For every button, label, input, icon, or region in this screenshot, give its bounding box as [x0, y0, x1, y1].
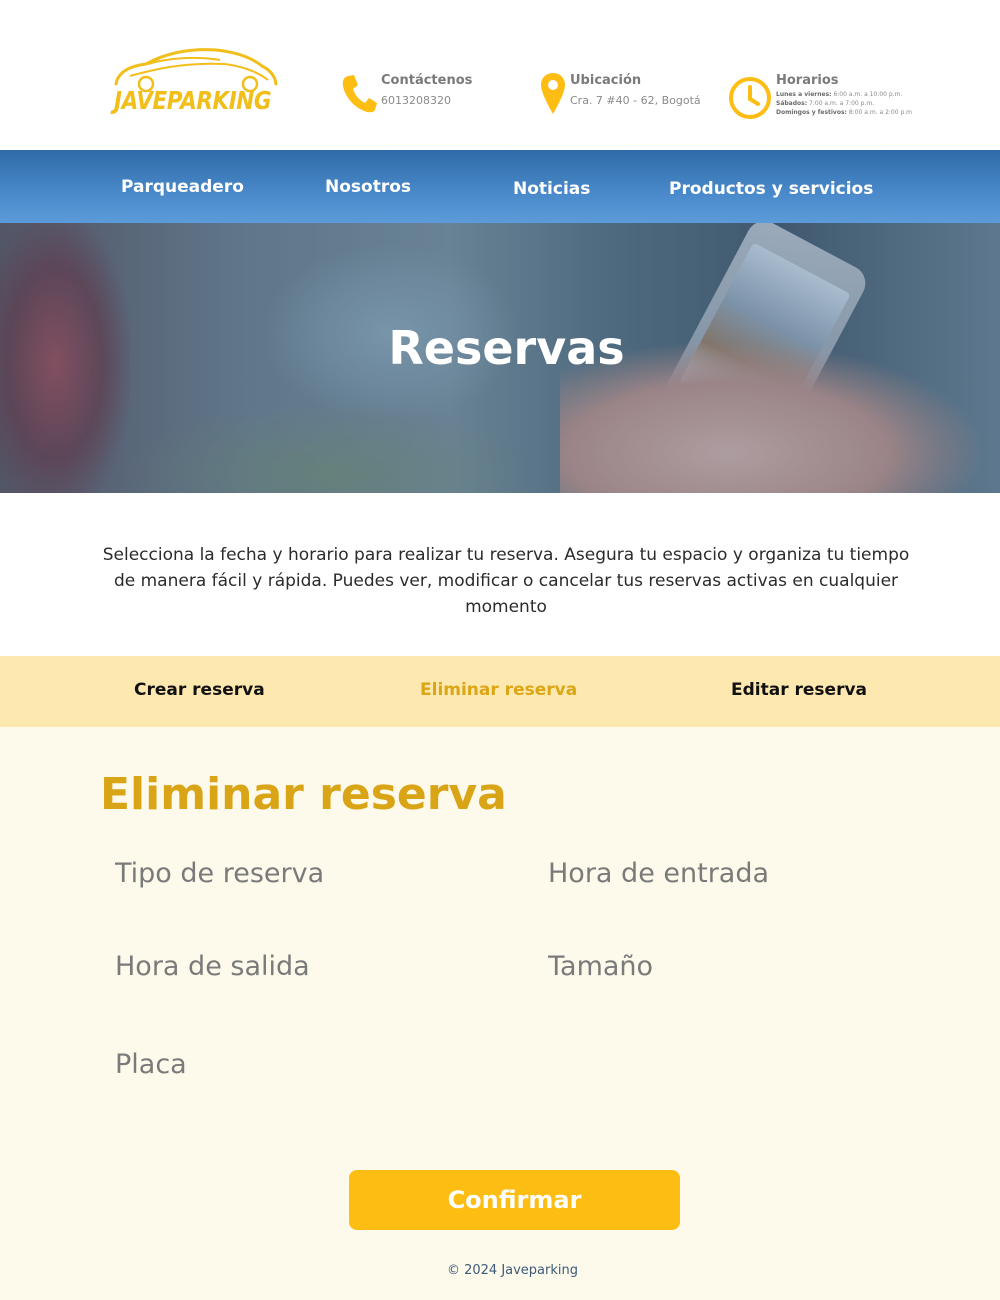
hours-weekdays: Lunes a viernes: 6:00 a.m. a 10:00 p.m.	[776, 91, 903, 98]
clock-icon	[729, 72, 773, 126]
confirm-button[interactable]: Confirmar	[349, 1170, 680, 1230]
location-title: Ubicación	[570, 73, 642, 88]
hours-title: Horarios	[776, 73, 839, 88]
nav-item-noticias[interactable]: Noticias	[513, 179, 590, 199]
site-header: JAVEPARKING Contáctenos 6013208320 Ubica…	[0, 0, 1000, 150]
delete-reservation-form: Eliminar reserva Confirmar © 2024 Javepa…	[0, 727, 1000, 1300]
tab-editar-reserva[interactable]: Editar reserva	[731, 680, 867, 700]
hours-sunday: Domingos y festivos: 8:00 a.m. a 2:00 p.…	[776, 109, 913, 116]
tab-eliminar-reserva[interactable]: Eliminar reserva	[420, 680, 577, 700]
tamano-field[interactable]	[548, 946, 928, 986]
main-nav: Parqueadero Nosotros Noticias Productos …	[0, 150, 1000, 223]
contact-phone: 6013208320	[381, 94, 451, 107]
map-pin-icon	[540, 72, 566, 120]
placa-field[interactable]	[115, 1044, 495, 1084]
logo[interactable]: JAVEPARKING	[112, 44, 280, 120]
logo-text: JAVEPARKING	[114, 86, 272, 115]
form-title: Eliminar reserva	[100, 769, 507, 820]
intro-text: Selecciona la fecha y horario para reali…	[102, 545, 910, 617]
phone-icon	[340, 72, 378, 118]
contact-title: Contáctenos	[381, 73, 473, 88]
hora-entrada-field[interactable]	[548, 853, 928, 893]
tab-crear-reserva[interactable]: Crear reserva	[134, 680, 265, 700]
tipo-reserva-field[interactable]	[115, 853, 495, 893]
hero-title: Reservas	[388, 321, 625, 375]
nav-item-parqueadero[interactable]: Parqueadero	[121, 177, 244, 197]
nav-item-productos[interactable]: Productos y servicios	[669, 179, 873, 199]
footer-copyright: © 2024 Javeparking	[446, 1263, 579, 1278]
nav-item-nosotros[interactable]: Nosotros	[325, 177, 411, 197]
hero-banner: Reservas	[0, 223, 1000, 493]
hours-saturday: Sábados: 7:00 a.m. a 7:00 p.m.	[776, 100, 875, 107]
hora-salida-field[interactable]	[115, 946, 495, 986]
reservation-tabs: Crear reserva Eliminar reserva Editar re…	[0, 656, 1000, 727]
location-address: Cra. 7 #40 - 62, Bogotá	[570, 94, 701, 107]
